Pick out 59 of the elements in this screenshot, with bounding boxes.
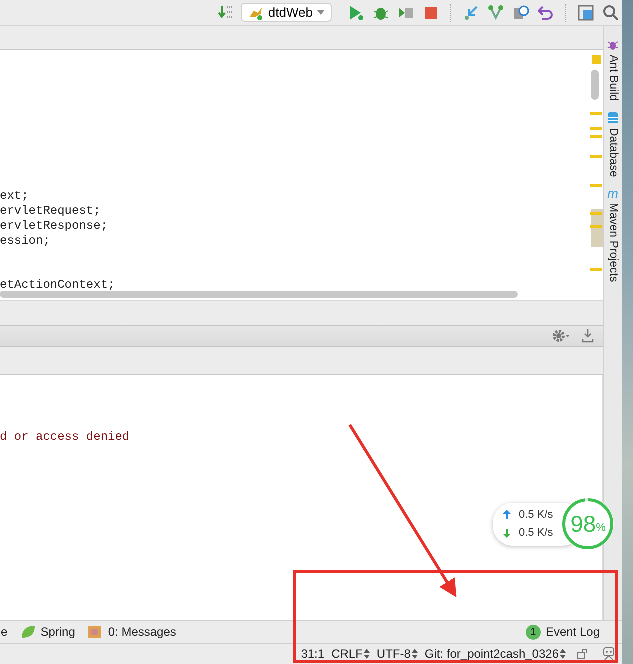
stop-icon xyxy=(422,4,438,20)
code-line: etActionContext; xyxy=(0,278,116,293)
error-stripe-mark xyxy=(590,212,602,215)
vcs-update-icon xyxy=(462,4,478,20)
count-badge: 1 xyxy=(526,624,541,640)
leaf-icon xyxy=(20,624,36,640)
run-config-dropdown[interactable]: dtdWeb xyxy=(241,3,332,22)
error-stripe-mark xyxy=(590,155,602,158)
database-icon xyxy=(607,111,619,126)
caret-icon xyxy=(317,10,325,16)
updown-icon xyxy=(560,649,566,659)
tool-window-button[interactable]: 0: Messages xyxy=(87,623,176,641)
status-item[interactable]: UTF-8 xyxy=(376,645,418,663)
error-stripe-mark xyxy=(590,127,602,130)
error-stripe-mark xyxy=(590,135,602,138)
run-icon xyxy=(348,4,364,20)
search-button[interactable] xyxy=(601,3,620,22)
tool-window-button[interactable]: e xyxy=(1,623,8,641)
project-structure-icon xyxy=(578,4,594,20)
status-item[interactable]: 31:1 xyxy=(301,645,325,663)
console-line: d or access denied xyxy=(0,429,131,446)
error-stripe-mark xyxy=(590,112,602,115)
history-icon xyxy=(512,4,528,20)
lock-icon xyxy=(576,648,588,660)
tool-window-button[interactable]: Spring xyxy=(20,623,76,641)
maven-icon: m xyxy=(608,187,618,200)
project-structure-button[interactable] xyxy=(576,3,595,22)
tool-window-tab[interactable]: m Maven Projects xyxy=(604,187,622,283)
event-log-button[interactable]: 1 Event Log xyxy=(526,623,600,641)
revert-icon xyxy=(538,4,554,20)
vcs-commit-button[interactable] xyxy=(486,3,505,22)
status-item[interactable]: Git: for_point2cash_0326 xyxy=(424,645,566,663)
history-button[interactable] xyxy=(511,3,530,22)
download-speed: 0.5 K/s xyxy=(519,526,554,541)
code-line: ext; xyxy=(0,189,30,204)
messages-icon xyxy=(87,624,104,640)
tool-window-tab[interactable]: Ant Build xyxy=(604,38,622,102)
error-stripe-mark xyxy=(590,268,602,271)
scrollbar-thumb[interactable] xyxy=(0,291,518,298)
upload-arrow-icon xyxy=(503,510,511,520)
code-line: ervletResponse; xyxy=(0,219,110,234)
settings-icon xyxy=(552,329,570,343)
upload-speed: 0.5 K/s xyxy=(519,508,554,522)
scrollbar-thumb[interactable] xyxy=(591,70,599,100)
vcs-commit-icon xyxy=(488,4,504,20)
updown-icon xyxy=(412,649,418,659)
code-line: ession; xyxy=(0,234,52,249)
download-arrow-icon xyxy=(503,528,511,538)
cpu-percent: 98% xyxy=(570,510,607,539)
updown-icon xyxy=(364,649,370,659)
tool-window-tab[interactable]: Database xyxy=(604,111,622,178)
search-icon xyxy=(602,4,618,20)
download-icon xyxy=(582,329,594,343)
error-stripe-mark xyxy=(590,225,602,228)
status-item[interactable]: CRLF xyxy=(332,645,370,663)
error-stripe-mark xyxy=(590,184,602,187)
ok-indicator xyxy=(592,55,601,64)
sort-icon xyxy=(218,4,234,20)
code-line: ervletRequest; xyxy=(0,204,102,219)
